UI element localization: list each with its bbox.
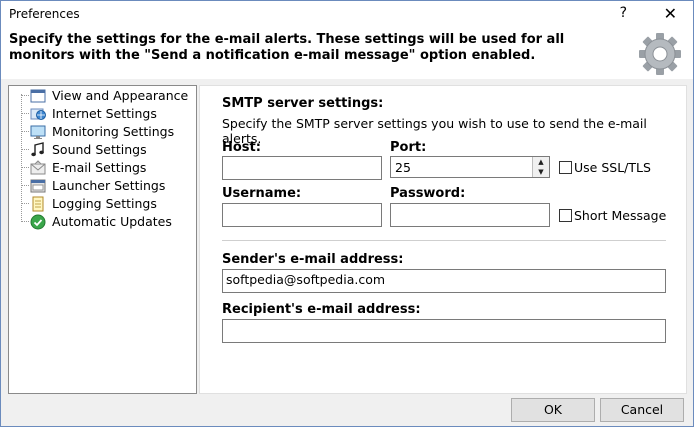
tree-branch — [21, 113, 29, 114]
tree-item-label: Launcher Settings — [52, 178, 166, 193]
username-label: Username: — [222, 186, 302, 201]
tree-branch — [21, 149, 29, 150]
short-message-label: Short Message — [574, 208, 667, 223]
section-divider — [222, 240, 666, 241]
tree-item-launcher[interactable]: Launcher Settings — [9, 177, 194, 195]
tree-item-view-appearance[interactable]: View and Appearance — [9, 87, 194, 105]
tree-branch — [21, 221, 29, 222]
tree-branch — [21, 131, 29, 132]
launcher-icon — [30, 179, 46, 193]
envelope-icon — [30, 160, 46, 175]
monitor-icon — [30, 125, 46, 139]
recipient-email-input[interactable] — [222, 319, 666, 343]
ssl-label: Use SSL/TLS — [574, 160, 651, 175]
password-label: Password: — [390, 186, 466, 201]
tree-item-updates[interactable]: Automatic Updates — [9, 213, 194, 231]
globe-icon — [30, 108, 46, 120]
tree-item-email[interactable]: E-mail Settings — [9, 159, 194, 177]
close-button[interactable]: ✕ — [664, 4, 677, 23]
window-icon — [30, 89, 46, 103]
ok-button[interactable]: OK — [511, 398, 595, 422]
tree-item-logging[interactable]: Logging Settings — [9, 195, 194, 213]
tree-item-label: Logging Settings — [52, 196, 157, 211]
tree-branch — [21, 167, 29, 168]
notepad-icon — [32, 196, 44, 212]
window-title: Preferences — [9, 7, 80, 21]
ssl-checkbox[interactable] — [559, 161, 572, 174]
tree-branch — [21, 185, 29, 186]
smtp-section-title: SMTP server settings: — [222, 96, 384, 111]
host-label: Host: — [222, 140, 261, 155]
recipient-label: Recipient's e-mail address: — [222, 302, 421, 317]
tree-item-label: Automatic Updates — [52, 214, 172, 229]
tree-item-sound[interactable]: Sound Settings — [9, 141, 194, 159]
preferences-window: Preferences ? ✕ Specify the settings for… — [0, 0, 694, 427]
tree-item-label: E-mail Settings — [52, 160, 147, 175]
spin-down-icon[interactable]: ▼ — [532, 167, 549, 177]
tree-item-internet[interactable]: Internet Settings — [9, 105, 194, 123]
smtp-section-description: Specify the SMTP server settings you wis… — [222, 116, 647, 146]
help-button[interactable]: ? — [620, 5, 627, 21]
tree-item-label: Internet Settings — [52, 106, 157, 121]
short-message-checkbox[interactable] — [559, 209, 572, 222]
username-input[interactable] — [222, 203, 382, 227]
tree-item-label: View and Appearance — [52, 88, 189, 103]
port-spinner[interactable]: 25 ▲ ▼ — [390, 156, 550, 178]
spin-up-icon[interactable]: ▲ — [532, 157, 549, 167]
port-value: 25 — [395, 160, 411, 175]
tree-branch — [21, 203, 29, 204]
port-label: Port: — [390, 140, 427, 155]
header-description: Specify the settings for the e-mail aler… — [9, 32, 565, 63]
title-bar: Preferences ? ✕ — [1, 1, 693, 29]
password-input[interactable] — [390, 203, 550, 227]
update-icon — [30, 214, 46, 230]
header-banner: Specify the settings for the e-mail aler… — [1, 29, 693, 79]
cancel-button[interactable]: Cancel — [600, 398, 684, 422]
host-input[interactable] — [222, 156, 382, 180]
music-note-icon — [31, 142, 44, 157]
tree-item-label: Sound Settings — [52, 142, 147, 157]
tree-item-label: Monitoring Settings — [52, 124, 175, 139]
tree-branch — [21, 95, 29, 96]
sender-label: Sender's e-mail address: — [222, 252, 404, 267]
tree-item-monitoring[interactable]: Monitoring Settings — [9, 123, 194, 141]
sender-email-input[interactable]: softpedia@softpedia.com — [222, 269, 666, 293]
settings-tree: View and Appearance Internet Settings Mo… — [8, 85, 197, 394]
gear-icon — [639, 33, 681, 75]
email-settings-panel: SMTP server settings: Specify the SMTP s… — [199, 85, 687, 394]
